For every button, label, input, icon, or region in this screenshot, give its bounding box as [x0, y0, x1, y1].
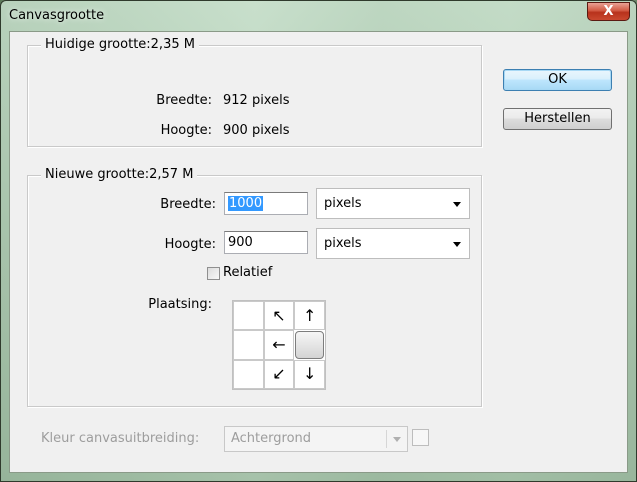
select-divider [386, 430, 387, 448]
reset-button[interactable]: Herstellen [503, 108, 612, 130]
chevron-down-icon [453, 242, 461, 247]
width-unit-select[interactable]: pixels [316, 188, 470, 219]
anchor-label: Plaatsing: [148, 297, 212, 312]
current-width-label: Breedte: [156, 93, 212, 108]
chevron-down-icon [453, 202, 461, 207]
window-title: Canvasgrootte [9, 8, 105, 23]
title-bar[interactable]: Canvasgrootte X [1, 1, 636, 31]
dialog-content: Huidige grootte:2,35 M Breedte: 912 pixe… [9, 31, 628, 473]
anchor-cell-middle-center[interactable]: ← [263, 330, 295, 360]
anchor-cell-top-left[interactable] [233, 301, 264, 331]
extension-color-value: Achtergrond [231, 431, 312, 446]
current-size-legend: Huidige grootte:2,35 M [41, 37, 199, 52]
current-width-value: 912 pixels [223, 93, 290, 108]
current-height-value: 900 pixels [223, 123, 290, 138]
anchor-cell-bottom-center[interactable]: ↙ [263, 359, 295, 389]
anchor-cell-top-right[interactable]: ↑ [294, 301, 325, 331]
relative-checkbox[interactable] [207, 267, 220, 280]
width-input[interactable]: 1000 [224, 192, 308, 215]
anchor-cell-bottom-right[interactable]: ↓ [294, 359, 325, 389]
height-unit-select[interactable]: pixels [316, 228, 470, 259]
height-unit-value: pixels [324, 236, 362, 251]
height-input[interactable]: 900 [224, 231, 308, 254]
close-icon: X [603, 4, 614, 19]
current-height-label: Hoogte: [160, 123, 212, 138]
chevron-down-icon [393, 437, 401, 442]
ok-button[interactable]: OK [503, 69, 612, 91]
anchor-cell-bottom-left[interactable] [233, 359, 264, 389]
anchor-cell-top-center[interactable]: ↖ [263, 301, 295, 331]
extension-color-swatch[interactable] [412, 429, 429, 446]
extension-color-select[interactable]: Achtergrond [224, 426, 408, 452]
extension-color-label: Kleur canvasuitbreiding: [41, 431, 200, 446]
close-button[interactable]: X [587, 2, 630, 21]
new-size-legend: Nieuwe grootte:2,57 M [41, 167, 198, 182]
width-input-value: 1000 [228, 196, 264, 211]
anchor-cell-middle-right[interactable] [295, 331, 324, 359]
height-input-value: 900 [228, 235, 253, 250]
relative-label[interactable]: Relatief [223, 265, 272, 280]
anchor-grid: ↖ ↑ ← ↙ ↓ [232, 300, 326, 390]
anchor-cell-middle-left[interactable] [233, 330, 264, 360]
width-unit-value: pixels [324, 196, 362, 211]
new-height-label: Hoogte: [164, 237, 216, 252]
new-width-label: Breedte: [160, 197, 216, 212]
dialog-window: Canvasgrootte X Huidige grootte:2,35 M B… [0, 0, 637, 482]
